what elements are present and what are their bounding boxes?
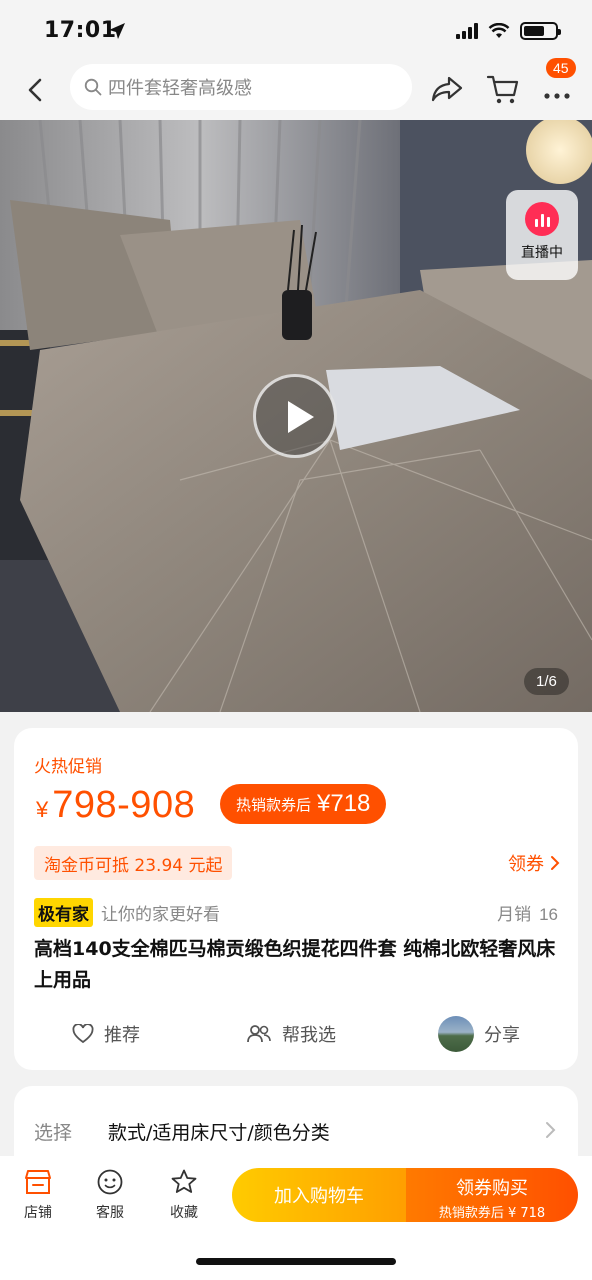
buy-now-label: 领券购买: [456, 1178, 528, 1199]
chevron-right-icon: [546, 1122, 556, 1138]
heart-icon: [72, 1024, 94, 1044]
navigation-bar: 四件套轻奢高级感 45: [0, 58, 592, 120]
search-icon: [84, 78, 102, 96]
wifi-icon: [488, 23, 510, 38]
cart-icon[interactable]: [486, 72, 520, 106]
customer-service-label: 客服: [96, 1205, 124, 1221]
store-button[interactable]: 店铺: [8, 1168, 68, 1222]
star-icon: [171, 1169, 197, 1193]
share-icon[interactable]: [430, 74, 464, 104]
share-product-button[interactable]: 分享: [438, 1014, 520, 1054]
coin-discount-tag: 淘金币可抵 23.94 元起: [34, 846, 233, 880]
sales-label: 月销: [497, 905, 532, 925]
brand-row: 极有家 让你的家更好看 月销 16: [34, 897, 558, 927]
back-icon[interactable]: [20, 74, 52, 106]
coupon-price-pill: 热销款券后 ¥718: [220, 784, 387, 824]
promo-title: 火热促销: [34, 757, 102, 777]
product-actions: 推荐 帮我选 分享: [14, 1014, 578, 1054]
get-coupon-label: 领券: [508, 854, 544, 875]
buy-now-sublabel: 热销款券后 ¥ 718: [438, 1206, 546, 1221]
add-to-cart-button[interactable]: 加入购物车: [232, 1168, 406, 1222]
product-title: 高档140支全棉匹马棉贡缎色织提花四件套 纯棉北欧轻奢风床上用品: [34, 938, 556, 991]
people-icon: [247, 1025, 271, 1043]
avatar: [438, 1016, 474, 1052]
search-placeholder: 四件套轻奢高级感: [108, 78, 252, 99]
live-bars-icon: [525, 202, 559, 236]
monthly-sales: 月销 16: [497, 900, 558, 925]
brand-tag[interactable]: 极有家: [34, 897, 93, 927]
customer-service-button[interactable]: 客服: [80, 1168, 140, 1222]
help-choose-label: 帮我选: [282, 1025, 336, 1046]
brand-slogan: 让你的家更好看: [101, 904, 220, 925]
status-icons: [456, 22, 561, 40]
cart-badge: 45: [546, 58, 576, 78]
favorite-button[interactable]: 收藏: [154, 1168, 214, 1222]
store-label: 店铺: [24, 1205, 52, 1221]
coupon-label: 热销款券后: [236, 795, 312, 814]
search-input[interactable]: 四件套轻奢高级感: [70, 64, 412, 110]
price-currency: ¥: [36, 797, 49, 822]
status-bar: 17:01: [0, 0, 592, 62]
product-image[interactable]: 直播中 1/6: [0, 120, 592, 712]
get-coupon-link[interactable]: 领券: [508, 850, 560, 876]
battery-icon: [520, 22, 561, 40]
price: ¥ 798-908: [36, 784, 195, 827]
chat-face-icon: [97, 1169, 123, 1195]
store-icon: [25, 1170, 51, 1194]
live-label: 直播中: [521, 245, 563, 261]
selection-label: 选择: [34, 1122, 73, 1144]
location-arrow-icon: [109, 23, 125, 39]
favorite-label: 收藏: [170, 1205, 198, 1221]
recommend-label: 推荐: [104, 1025, 140, 1046]
sales-count: 16: [539, 905, 558, 924]
help-choose-button[interactable]: 帮我选: [246, 1014, 336, 1054]
image-counter: 1/6: [524, 668, 569, 695]
share-label: 分享: [484, 1025, 520, 1046]
cellular-signal-icon: [456, 23, 478, 39]
product-info-card: 火热促销 ¥ 798-908 热销款券后 ¥718 淘金币可抵 23.94 元起…: [14, 728, 578, 1070]
live-stream-button[interactable]: 直播中: [506, 190, 578, 280]
recommend-button[interactable]: 推荐: [72, 1014, 140, 1054]
selection-value: 款式/适用床尺寸/颜色分类: [108, 1122, 330, 1144]
more-icon[interactable]: [540, 74, 574, 106]
status-time: 17:01: [44, 18, 117, 43]
buy-now-button[interactable]: 领券购买 热销款券后 ¥ 718: [406, 1168, 578, 1222]
price-range: 798-908: [52, 784, 196, 826]
play-video-button[interactable]: [253, 374, 337, 458]
coupon-price: ¥718: [317, 790, 371, 817]
home-indicator[interactable]: [196, 1258, 396, 1265]
chevron-right-icon: [551, 856, 560, 870]
